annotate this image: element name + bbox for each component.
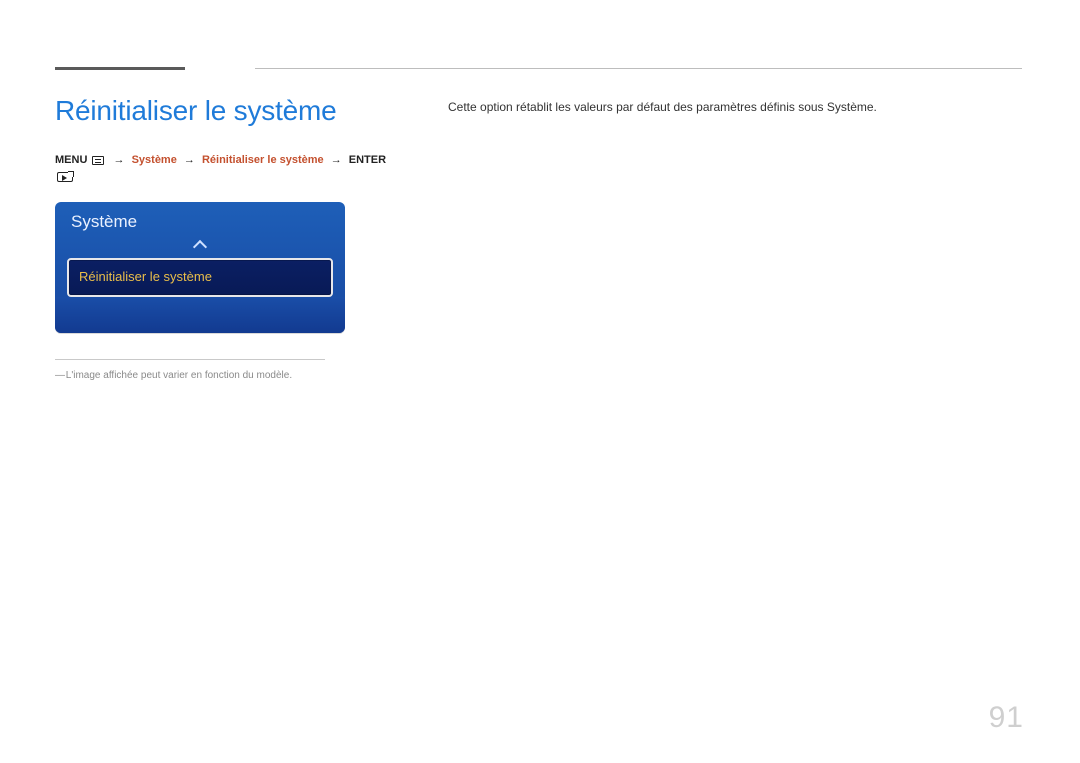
enter-icon [57, 172, 73, 187]
chevron-up-icon [195, 239, 205, 249]
osd-scroll-up[interactable] [55, 238, 345, 258]
breadcrumb-menu-label: MENU [55, 154, 87, 166]
breadcrumb-enter-label: ENTER [349, 154, 386, 166]
menu-icon [92, 155, 104, 170]
footnote-text: L'image affichée peut varier en fonction… [66, 370, 292, 381]
manual-page: Réinitialiser le système MENU → Système … [0, 0, 1080, 763]
osd-selected-row-label: Réinitialiser le système [79, 269, 212, 284]
breadcrumb-arrow-1: → [114, 153, 125, 168]
breadcrumb-path-1: Système [132, 154, 177, 166]
footnote-dash: ― [55, 370, 63, 381]
left-column: Réinitialiser le système MENU → Système … [55, 95, 395, 381]
section-heading: Réinitialiser le système [55, 95, 395, 127]
osd-selected-row[interactable]: Réinitialiser le système [67, 258, 333, 297]
page-number: 91 [989, 701, 1024, 735]
breadcrumb-arrow-3: → [331, 153, 342, 168]
footnote-separator [55, 359, 325, 360]
breadcrumb-path-2: Réinitialiser le système [202, 154, 324, 166]
header-rule-thick [55, 67, 185, 70]
osd-panel-footer [55, 297, 345, 333]
osd-panel-title: Système [55, 202, 345, 238]
right-column: Cette option rétablit les valeurs par dé… [448, 100, 1022, 114]
breadcrumb: MENU → Système → Réinitialiser le systèm… [55, 153, 395, 188]
breadcrumb-arrow-2: → [184, 153, 195, 168]
osd-panel: Système Réinitialiser le système [55, 202, 345, 333]
description-paragraph: Cette option rétablit les valeurs par dé… [448, 100, 1022, 114]
footnote: ― L'image affichée peut varier en foncti… [55, 370, 395, 381]
header-rule-thin [255, 68, 1022, 69]
